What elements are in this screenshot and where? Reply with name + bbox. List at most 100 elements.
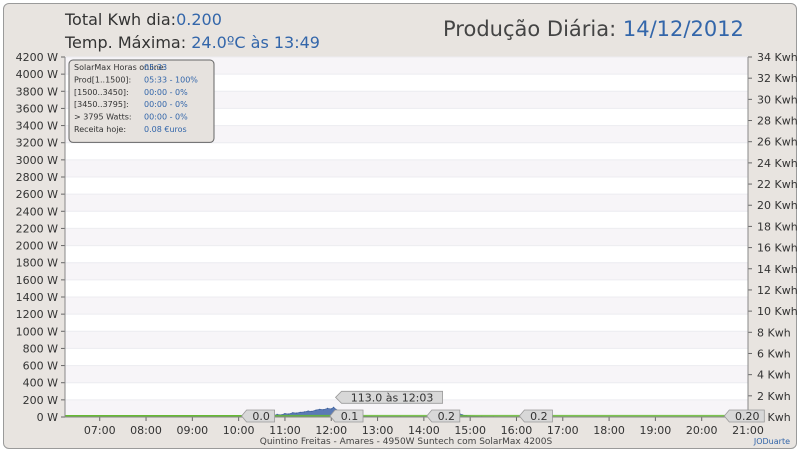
y-right-tick-label: 12 Kwh (757, 284, 798, 297)
power-point (292, 412, 294, 414)
peak-annotation-text: 113.0 às 12:03 (351, 391, 434, 404)
x-tick-label: 17:00 (547, 424, 579, 437)
y-left-tick-label: 3200 W (16, 137, 58, 150)
y-right-tick-label: 26 Kwh (757, 136, 798, 149)
power-point (319, 408, 321, 410)
power-point (322, 409, 324, 411)
y-right-tick-label: 2 Kwh (757, 390, 791, 403)
info-row-value: 00:00 - 0% (144, 88, 188, 97)
production-chart: 0 W 200 W 400 W 600 W 800 W 1000 W 1200 W 1400 … (16, 51, 798, 447)
y-right-tick-label: 30 Kwh (757, 93, 798, 106)
y-left-tick-label: 200 W (23, 394, 58, 407)
y-right-tick-label: 4 Kwh (757, 369, 791, 382)
value-label-text: 0.1 (341, 410, 359, 423)
energy-value-label: 0.0 (241, 409, 275, 423)
grid-band (65, 297, 748, 315)
y-left-tick-label: 2200 W (16, 222, 58, 235)
x-tick-label: 09:00 (176, 424, 208, 437)
value-label-text: 0.20 (735, 410, 760, 423)
info-row-label: > 3795 Watts: (74, 113, 132, 122)
grid-band (65, 262, 748, 280)
y-right-tick-label: 34 Kwh (757, 51, 798, 64)
y-left-tick-label: 2600 W (16, 188, 58, 201)
peak-annotation: 113.0 às 12:03 (335, 390, 443, 404)
x-tick-label: 11:00 (269, 424, 301, 437)
y-right-tick-label: 6 Kwh (757, 347, 791, 360)
info-row-value: 00:00 - 0% (144, 113, 188, 122)
power-point (307, 410, 309, 412)
power-point (333, 406, 335, 408)
y-left-tick-label: 400 W (23, 377, 58, 390)
y-right-tick-label: 8 Kwh (757, 326, 791, 339)
grid-band (65, 159, 748, 177)
y-left-tick-label: 3600 W (16, 102, 58, 115)
power-point (311, 410, 313, 412)
energy-value-label: 0.2 (426, 409, 461, 423)
y-right-tick-label: 22 Kwh (757, 178, 798, 191)
value-label-text: 0.0 (252, 410, 270, 423)
x-tick-label: 20:00 (686, 424, 718, 437)
y-left-tick-label: 800 W (23, 342, 58, 355)
y-left-tick-label: 3000 W (16, 154, 58, 167)
energy-value-label: 0.1 (329, 409, 364, 423)
footer-caption: Quintino Freitas - Amares - 4950W Suntec… (260, 437, 553, 447)
x-tick-label: 18:00 (593, 424, 625, 437)
grid-band (65, 194, 748, 212)
y-left-tick-label: 2000 W (16, 240, 58, 253)
info-row-value: 05:33 - 100% (144, 75, 198, 84)
power-point (299, 411, 301, 413)
grid-band (65, 365, 748, 383)
y-left-tick-label: 600 W (23, 360, 58, 373)
x-tick-label: 14:00 (408, 424, 440, 437)
footer: Quintino Freitas - Amares - 4950W Suntec… (260, 437, 790, 447)
y-right-tick-label: 18 Kwh (757, 220, 798, 233)
info-row-value: 05:33 (144, 63, 167, 72)
y-right-tick-label: 32 Kwh (757, 72, 798, 85)
power-point (284, 413, 286, 415)
y-left-tick-label: 2400 W (16, 205, 58, 218)
power-point (315, 409, 317, 411)
x-tick-label: 10:00 (223, 424, 255, 437)
y-left-tick-label: 1200 W (16, 308, 58, 321)
x-tick-label: 12:00 (315, 424, 347, 437)
power-point (288, 413, 290, 415)
x-tick-label: 21:00 (732, 424, 764, 437)
power-point (276, 413, 278, 415)
y-left-tick-label: 1800 W (16, 257, 58, 270)
y-right-tick-label: 16 Kwh (757, 242, 798, 255)
power-point (326, 407, 329, 409)
energy-value-label: 0.20 (723, 409, 765, 423)
y-left-tick-label: 0 W (37, 411, 58, 424)
y-left-tick-label: 2800 W (16, 171, 58, 184)
info-row-value: 0.08 €uros (144, 125, 187, 134)
x-tick-label: 13:00 (362, 424, 394, 437)
y-right-tick-label: 14 Kwh (757, 263, 798, 276)
y-left-tick-label: 3800 W (16, 85, 58, 98)
power-point (295, 412, 298, 414)
value-label-text: 0.2 (530, 410, 548, 423)
y-left-tick-label: 1400 W (16, 291, 58, 304)
info-row-label: [1500..3450]: (74, 88, 129, 97)
grid-band (65, 331, 748, 349)
info-row-label: [3450..3795]: (74, 100, 129, 109)
y-left-tick-label: 4000 W (16, 68, 58, 81)
y-left-tick-label: 1000 W (16, 325, 58, 338)
footer-credit: JODuarte (753, 437, 790, 446)
power-point (303, 411, 305, 413)
energy-value-label: 0.2 (518, 409, 553, 423)
x-tick-label: 15:00 (454, 424, 486, 437)
x-tick-label: 07:00 (84, 424, 116, 437)
info-row-label: Receita hoje: (74, 125, 126, 134)
y-left-tick-label: 4200 W (16, 51, 58, 64)
power-point (330, 408, 332, 410)
x-tick-label: 19:00 (640, 424, 672, 437)
grid-band (65, 228, 748, 246)
info-box: SolarMax Horas online:05:33Prod[1..1500]… (68, 59, 215, 143)
y-right-tick-label: 20 Kwh (757, 199, 798, 212)
x-tick-label: 16:00 (501, 424, 533, 437)
info-row-value: 00:00 - 0% (144, 100, 188, 109)
y-right-tick-label: 10 Kwh (757, 305, 798, 318)
x-tick-label: 08:00 (130, 424, 162, 437)
value-label-text: 0.2 (438, 410, 456, 423)
y-left-tick-label: 1600 W (16, 274, 58, 287)
